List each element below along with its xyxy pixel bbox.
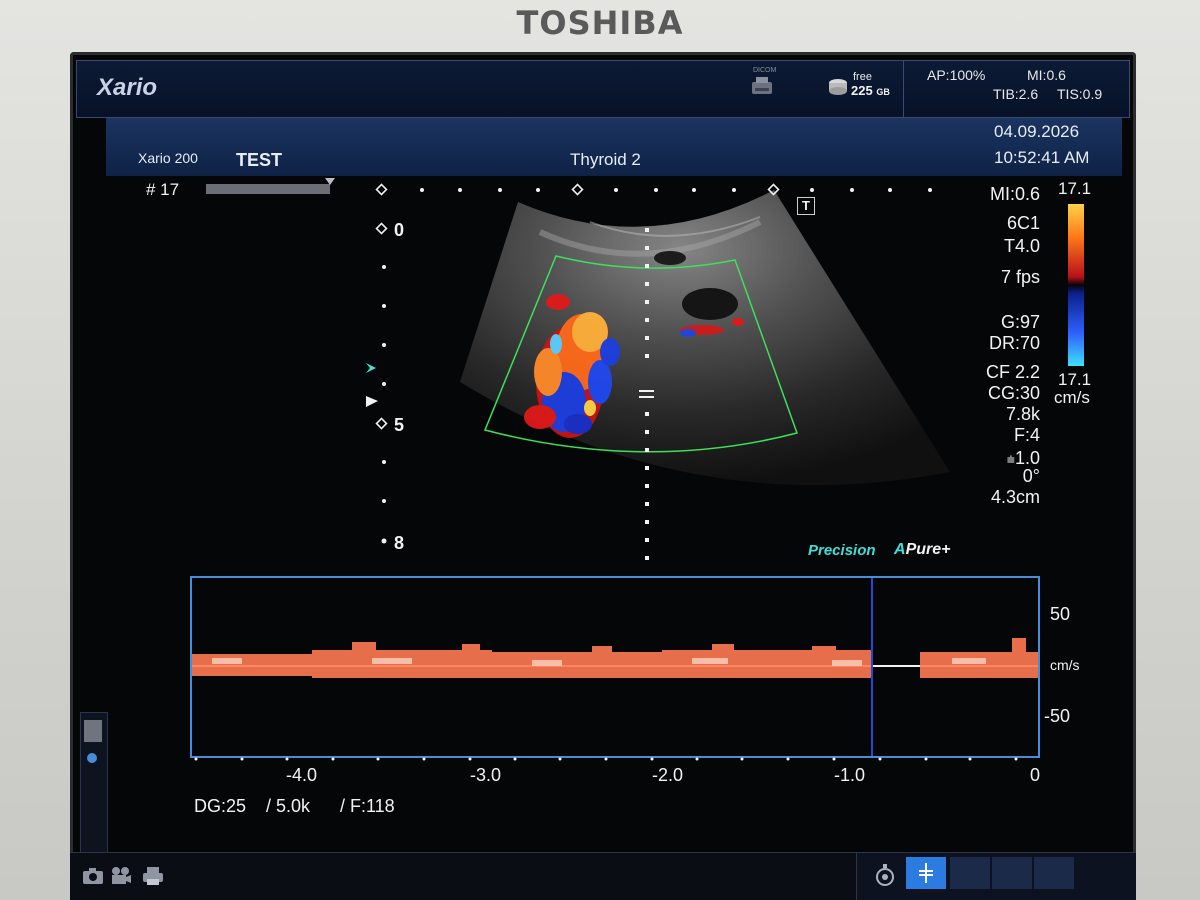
- param-probe: 6C1: [1006, 213, 1040, 233]
- param-cg: CG:30: [987, 383, 1040, 403]
- colorbar-max: 17.1: [1058, 179, 1092, 198]
- doppler-prf: / 5.0k: [266, 796, 311, 816]
- doppler-gain: DG:25: [194, 796, 247, 816]
- color-scale-bar: [1068, 204, 1084, 366]
- time-label-0: 0: [1030, 765, 1041, 785]
- apure-mode-label: APure+: [894, 541, 950, 559]
- printer-icon[interactable]: [142, 865, 164, 887]
- apure-a: A: [894, 541, 906, 558]
- param-dr: DR:70: [988, 333, 1040, 353]
- doppler-filter: / F:118: [340, 796, 395, 816]
- param-depth: 4.3cm: [990, 487, 1040, 507]
- side-panel-dot[interactable]: [87, 753, 97, 763]
- mode-button-2[interactable]: [950, 857, 990, 889]
- camera-icon[interactable]: [82, 867, 104, 885]
- brand-logo: TOSHIBA: [516, 4, 684, 42]
- steer-icon: ⩧: [1006, 451, 1015, 467]
- freeze-button[interactable]: [906, 857, 946, 889]
- spectral-waveform: [192, 638, 1038, 678]
- ultrasound-screen: Xario DICOM free 225 GB AP:100% MI:0.6 T…: [70, 52, 1136, 900]
- time-label-1: -1.0: [834, 765, 866, 785]
- param-prf: 7.8k: [1005, 404, 1040, 424]
- param-steer-value: 1.0: [1014, 448, 1040, 468]
- doppler-spectrum: [190, 576, 1040, 758]
- focus-marker-icon: [366, 363, 376, 373]
- video-icon[interactable]: [110, 865, 132, 887]
- param-filter: F:4: [1013, 425, 1040, 445]
- param-cf: CF 2.2: [985, 362, 1040, 382]
- mode-button-3[interactable]: [992, 857, 1032, 889]
- param-angle: 0°: [1022, 466, 1040, 486]
- time-label-4: -4.0: [286, 765, 318, 785]
- colorbar-unit: cm/s: [1054, 388, 1090, 407]
- param-mi: MI:0.6: [989, 184, 1040, 204]
- precision-mode-label: Precision: [808, 542, 876, 559]
- velocity-unit: cm/s: [1050, 657, 1080, 673]
- settings-icon[interactable]: [874, 863, 896, 887]
- depth-scale: [375, 222, 388, 544]
- apure-text: Pure: [905, 541, 942, 558]
- mode-button-4[interactable]: [1034, 857, 1074, 889]
- bottom-toolbar: [70, 852, 1136, 900]
- doppler-time-ticks: [194, 757, 1018, 761]
- param-gain: G:97: [1000, 312, 1040, 332]
- lateral-scale: [375, 183, 932, 196]
- colorbar-min: 17.1: [1058, 370, 1092, 389]
- time-label-3: -3.0: [470, 765, 502, 785]
- param-fps: 7 fps: [1000, 267, 1040, 287]
- depth-label-5: 5: [394, 415, 405, 435]
- time-label-2: -2.0: [652, 765, 684, 785]
- t-marker-icon: T: [797, 197, 815, 215]
- apure-plus: +: [941, 541, 951, 558]
- side-panel-icon[interactable]: [84, 720, 102, 742]
- focus-position-icon: [366, 396, 378, 407]
- velocity-top: 50: [1050, 604, 1071, 624]
- depth-label-0: 0: [394, 220, 405, 240]
- t-marker-label: T: [802, 198, 810, 213]
- param-t: T4.0: [1003, 236, 1040, 256]
- velocity-bottom: -50: [1044, 706, 1071, 726]
- depth-label-8: 8: [394, 533, 405, 553]
